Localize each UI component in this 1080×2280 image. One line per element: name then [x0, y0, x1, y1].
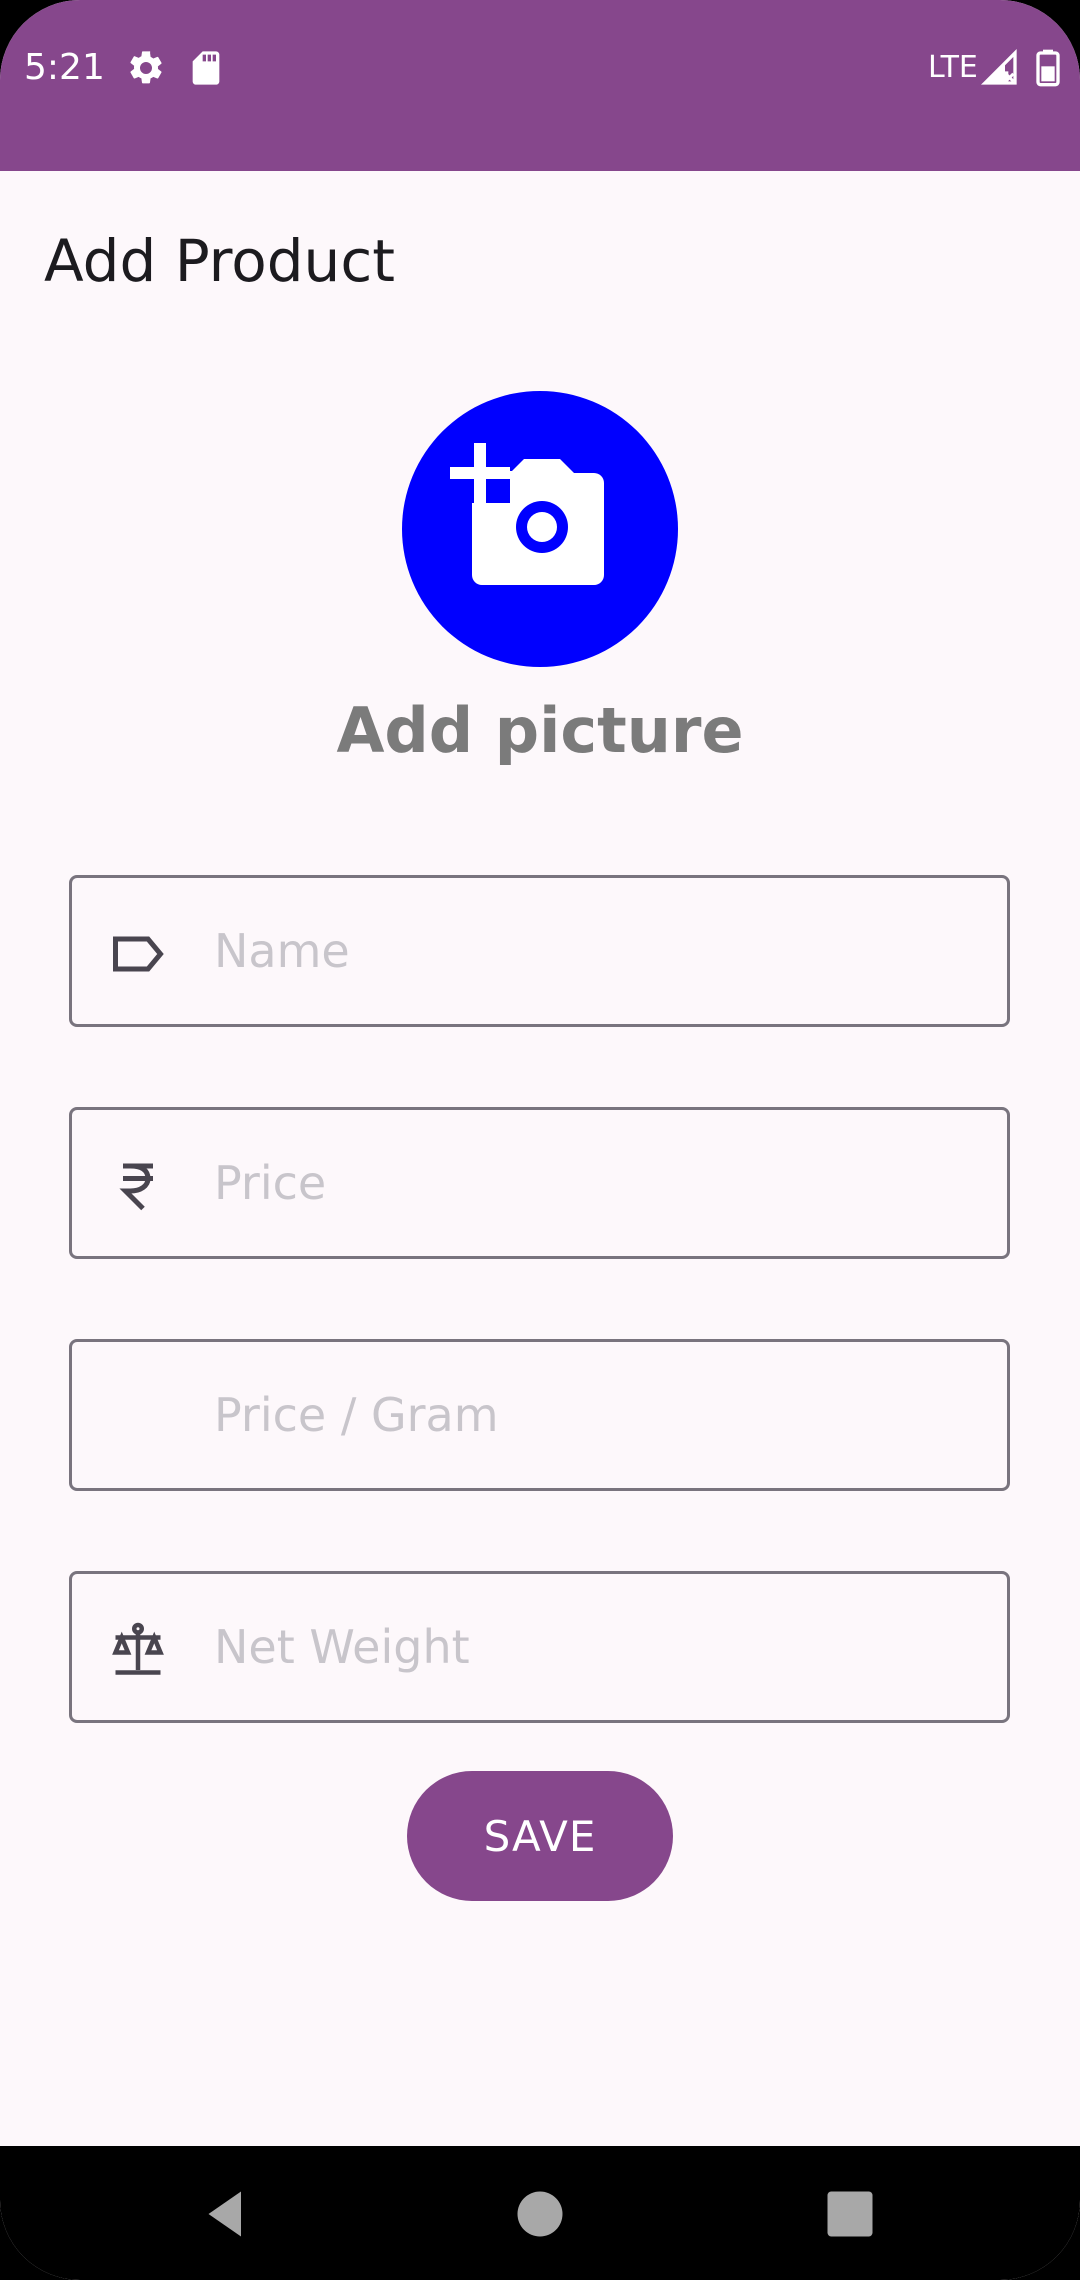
net-weight-input[interactable]: [214, 1574, 974, 1720]
add-product-screen: Add Product Add picture Name Price Price…: [0, 171, 1080, 2146]
signal-icon: [980, 48, 1017, 85]
sd-card-icon: [192, 51, 220, 85]
status-bar: 5:21 LTE: [0, 0, 1080, 171]
battery-icon: [1036, 49, 1060, 87]
phone-screen: 5:21 LTE Add Product Add picture Name Pr…: [0, 0, 1080, 2280]
add-picture-button[interactable]: [402, 391, 678, 667]
status-time: 5:21: [24, 47, 105, 88]
net-weight-field[interactable]: [69, 1571, 1010, 1723]
name-input[interactable]: [214, 878, 974, 1024]
add-picture-label[interactable]: Add picture: [0, 691, 1080, 771]
rupee-icon: [119, 1163, 153, 1211]
name-field[interactable]: [69, 875, 1010, 1027]
page-title: Add Product: [44, 227, 395, 295]
label-tag-icon: [113, 936, 164, 972]
price-per-gram-input[interactable]: [214, 1342, 974, 1488]
scale-icon: [112, 1622, 164, 1675]
network-type-label: LTE: [928, 50, 978, 85]
save-button[interactable]: SAVE: [407, 1771, 673, 1901]
add-a-photo-icon: [450, 443, 604, 585]
price-per-gram-field[interactable]: [69, 1339, 1010, 1491]
back-icon[interactable]: [196, 2184, 256, 2244]
price-field[interactable]: [69, 1107, 1010, 1259]
home-icon[interactable]: [510, 2184, 570, 2244]
price-input[interactable]: [214, 1110, 974, 1256]
navigation-bar: [0, 2146, 1080, 2280]
settings-icon: [130, 51, 162, 84]
recents-icon[interactable]: [820, 2184, 880, 2244]
